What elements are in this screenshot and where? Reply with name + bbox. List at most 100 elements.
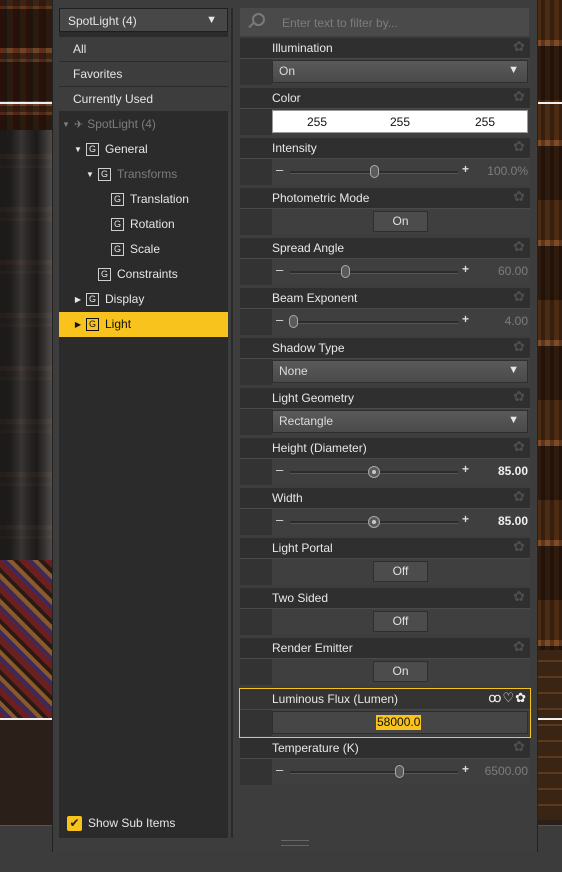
slider-track[interactable]: [290, 271, 458, 274]
gear-icon[interactable]: ✿: [512, 539, 526, 553]
slider-track[interactable]: [290, 321, 458, 324]
tree-item-spotlight[interactable]: ▼ ✈ SpotLight (4): [59, 112, 228, 137]
shadow-type-dropdown[interactable]: None ▼: [272, 360, 528, 383]
slider-value[interactable]: 100.0%: [487, 164, 528, 178]
property-light-portal: Light Portal ✿ Off: [240, 538, 530, 588]
light-geometry-dropdown[interactable]: Rectangle ▼: [272, 410, 528, 433]
chevron-down-icon: ▼: [206, 14, 217, 26]
dropdown-value: None: [279, 364, 308, 378]
decrement-button[interactable]: –: [276, 462, 283, 477]
gear-icon[interactable]: ✿: [512, 239, 526, 253]
render-emitter-toggle[interactable]: On: [373, 661, 428, 682]
pin-icon: ✈: [74, 119, 84, 131]
gear-icon[interactable]: ✿: [512, 389, 526, 403]
slider-knob[interactable]: [369, 165, 379, 178]
property-label: Spread Angle: [272, 241, 345, 255]
light-portal-toggle[interactable]: Off: [373, 561, 428, 582]
favorite-heart-icon[interactable]: ♡: [502, 690, 515, 705]
tree-item-scale[interactable]: G Scale: [59, 237, 228, 262]
slider-value[interactable]: 85.00: [498, 464, 528, 478]
dropdown-value: On: [279, 64, 296, 78]
gear-icon[interactable]: ✿: [515, 690, 527, 705]
slider-value[interactable]: 85.00: [498, 514, 528, 528]
decrement-button[interactable]: –: [276, 762, 283, 777]
gear-icon[interactable]: ✿: [512, 189, 526, 203]
node-selector-label: SpotLight (4): [68, 14, 137, 28]
guide-line-right-bottom: [536, 718, 562, 720]
tree-item-transforms[interactable]: ▼ G Transforms: [59, 162, 228, 187]
tree-item-all[interactable]: All: [59, 37, 228, 62]
chevron-down-icon: ▼: [508, 64, 519, 76]
property-two-sided: Two Sided ✿ Off: [240, 588, 530, 638]
slider-knob[interactable]: [368, 466, 380, 478]
filter-input[interactable]: [280, 12, 524, 34]
expand-down-icon[interactable]: ▼: [61, 112, 71, 137]
gear-icon[interactable]: ✿: [512, 289, 526, 303]
increment-button[interactable]: +: [462, 312, 469, 326]
slider-track[interactable]: [290, 771, 458, 774]
node-selector-dropdown[interactable]: SpotLight (4) ▼: [59, 8, 228, 32]
slider-knob[interactable]: [340, 265, 350, 278]
expand-right-icon[interactable]: ▶: [73, 287, 83, 312]
slider-value[interactable]: 60.00: [498, 264, 528, 278]
group-icon: G: [111, 193, 124, 207]
expand-down-icon[interactable]: ▼: [85, 162, 95, 187]
gear-icon[interactable]: ✿: [512, 39, 526, 53]
link-icon[interactable]: ꝏ: [488, 690, 502, 705]
slider-knob[interactable]: [394, 765, 404, 778]
tree-item-constraints[interactable]: G Constraints: [59, 262, 228, 287]
search-icon[interactable]: [246, 12, 266, 32]
increment-button[interactable]: +: [462, 512, 469, 526]
tree-item-general[interactable]: ▼ G General: [59, 137, 228, 162]
slider-value[interactable]: 6500.00: [485, 764, 528, 778]
property-label: Intensity: [272, 141, 317, 155]
tree-item-label: All: [73, 42, 87, 56]
gear-icon[interactable]: ✿: [512, 739, 526, 753]
decrement-button[interactable]: –: [276, 312, 283, 327]
increment-button[interactable]: +: [462, 762, 469, 776]
tree-item-rotation[interactable]: G Rotation: [59, 212, 228, 237]
checkmark-icon[interactable]: ✔: [67, 816, 82, 832]
color-swatch[interactable]: 255 255 255: [272, 110, 528, 133]
increment-button[interactable]: +: [462, 162, 469, 176]
rug-left: [0, 560, 52, 720]
property-label: Photometric Mode: [272, 191, 370, 205]
tree-item-light[interactable]: ▶ G Light: [59, 312, 228, 337]
expand-right-icon[interactable]: ▶: [73, 312, 83, 337]
tree-item-label: Scale: [130, 242, 161, 256]
increment-button[interactable]: +: [462, 462, 469, 476]
gear-icon[interactable]: ✿: [512, 589, 526, 603]
tree-item-label: Currently Used: [73, 92, 154, 106]
column-splitter[interactable]: [231, 8, 233, 838]
gear-icon[interactable]: ✿: [512, 339, 526, 353]
tree-item-translation[interactable]: G Translation: [59, 187, 228, 212]
property-label: Shadow Type: [272, 341, 345, 355]
slider-knob[interactable]: [288, 315, 298, 328]
property-label: Two Sided: [272, 591, 329, 605]
gear-icon[interactable]: ✿: [512, 139, 526, 153]
photometric-mode-toggle[interactable]: On: [373, 211, 428, 232]
tree-item-currently-used[interactable]: Currently Used: [59, 87, 228, 112]
luminous-flux-value[interactable]: 58000.0: [376, 715, 422, 730]
increment-button[interactable]: +: [462, 262, 469, 276]
decrement-button[interactable]: –: [276, 162, 283, 177]
dropdown-value: Rectangle: [279, 414, 334, 428]
expand-down-icon[interactable]: ▼: [73, 137, 83, 162]
gear-icon[interactable]: ✿: [512, 439, 526, 453]
gear-icon[interactable]: ✿: [512, 639, 526, 653]
gear-icon[interactable]: ✿: [512, 89, 526, 103]
tree-item-favorites[interactable]: Favorites: [59, 62, 228, 87]
tree-item-display[interactable]: ▶ G Display: [59, 287, 228, 312]
slider-knob[interactable]: [368, 516, 380, 528]
decrement-button[interactable]: –: [276, 512, 283, 527]
slider-value[interactable]: 4.00: [505, 314, 528, 328]
resize-grip[interactable]: [281, 840, 309, 846]
two-sided-toggle[interactable]: Off: [373, 611, 428, 632]
show-sub-items-checkbox[interactable]: ✔ Show Sub Items: [67, 814, 175, 832]
decrement-button[interactable]: –: [276, 262, 283, 277]
gear-icon[interactable]: ✿: [512, 489, 526, 503]
group-icon: G: [111, 243, 124, 257]
property-luminous-flux: Luminous Flux (Lumen) ꝏ♡✿ 58000.0: [239, 688, 531, 738]
luminous-flux-field[interactable]: 58000.0: [272, 711, 528, 734]
illumination-dropdown[interactable]: On ▼: [272, 60, 528, 83]
